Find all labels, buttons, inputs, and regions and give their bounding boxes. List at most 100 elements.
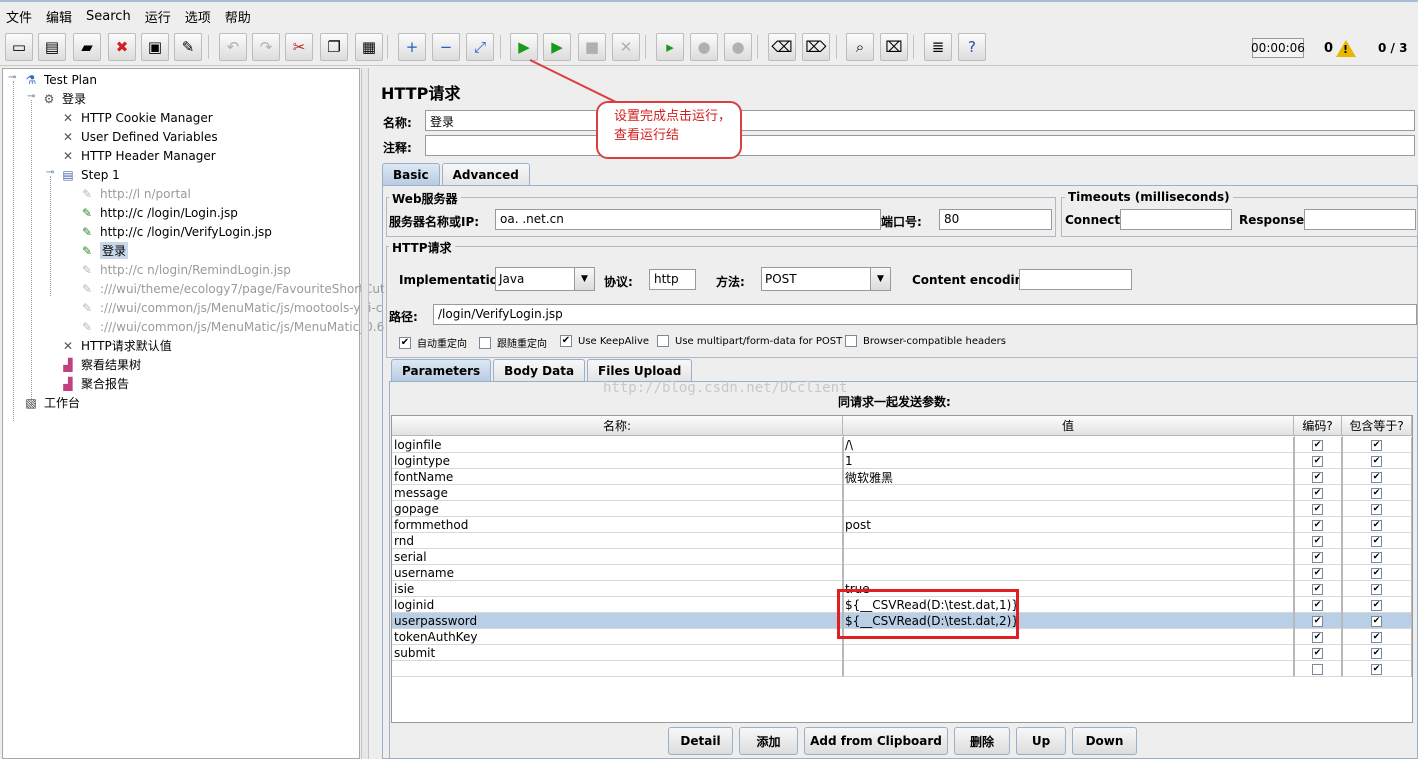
checkbox-box[interactable] xyxy=(657,335,669,347)
encode-checkbox[interactable]: ✔ xyxy=(1312,631,1323,643)
server-field[interactable]: oa. .net.cn xyxy=(495,209,881,230)
include-equals-cell[interactable]: ✔ xyxy=(1342,469,1412,485)
clear-icon[interactable]: ⌫ xyxy=(768,33,796,61)
param-name-cell[interactable]: loginfile xyxy=(392,437,843,453)
tab-files-upload[interactable]: Files Upload xyxy=(587,359,693,381)
encode-cell[interactable]: ✔ xyxy=(1294,613,1342,629)
paste-icon[interactable]: ▦ xyxy=(355,33,383,61)
param-name-cell[interactable]: isie xyxy=(392,581,843,597)
copy-icon[interactable]: ❐ xyxy=(320,33,348,61)
include-equals-cell[interactable]: ✔ xyxy=(1342,485,1412,501)
encode-checkbox[interactable]: ✔ xyxy=(1312,487,1323,499)
remote-stop-icon[interactable]: ● xyxy=(690,33,718,61)
table-row[interactable]: formmethod post ✔ ✔ xyxy=(392,517,1412,533)
tab-basic[interactable]: Basic xyxy=(382,163,440,185)
chevron-down-icon[interactable]: ▼ xyxy=(574,268,594,290)
param-name-cell[interactable]: submit xyxy=(392,645,843,661)
param-name-cell[interactable]: formmethod xyxy=(392,517,843,533)
encode-cell[interactable]: ✔ xyxy=(1294,533,1342,549)
start-no-pause-icon[interactable]: ▶ xyxy=(543,33,571,61)
param-value-cell[interactable]: 微软雅黑 xyxy=(843,469,1294,485)
encode-checkbox[interactable]: ✔ xyxy=(1312,455,1323,467)
down-button[interactable]: Down xyxy=(1072,727,1137,755)
checkbox-box[interactable]: ✔ xyxy=(560,335,572,347)
menu-item-2[interactable]: Search xyxy=(86,9,131,24)
new-file-icon[interactable]: ▭ xyxy=(5,33,33,61)
protocol-field[interactable]: http xyxy=(649,269,696,290)
encode-checkbox[interactable]: ✔ xyxy=(1312,583,1323,595)
encode-checkbox[interactable]: ✔ xyxy=(1312,551,1323,563)
undo-icon[interactable]: ↶ xyxy=(219,33,247,61)
table-row[interactable]: rnd ✔ ✔ xyxy=(392,533,1412,549)
tree-node[interactable]: ✕ HTTP请求默认值 xyxy=(60,336,172,355)
encode-cell[interactable]: ✔ xyxy=(1294,437,1342,453)
param-value-cell[interactable]: post xyxy=(843,517,1294,533)
remote-shutdown-icon[interactable]: ● xyxy=(724,33,752,61)
tree-node[interactable]: ⚙ 登录 xyxy=(41,89,86,108)
menu-item-4[interactable]: 选项 xyxy=(185,7,211,26)
up-button[interactable]: Up xyxy=(1016,727,1066,755)
encode-cell[interactable]: ✔ xyxy=(1294,453,1342,469)
table-row[interactable]: message ✔ ✔ xyxy=(392,485,1412,501)
encode-cell[interactable]: ✔ xyxy=(1294,501,1342,517)
include-equals-checkbox[interactable]: ✔ xyxy=(1371,551,1382,563)
include-equals-checkbox[interactable]: ✔ xyxy=(1371,583,1382,595)
function-helper-icon[interactable]: ≣ xyxy=(924,33,952,61)
include-equals-cell[interactable]: ✔ xyxy=(1342,645,1412,661)
tree-node[interactable]: ✕ HTTP Header Manager xyxy=(60,146,216,165)
include-equals-cell[interactable]: ✔ xyxy=(1342,453,1412,469)
param-name-cell[interactable]: fontName xyxy=(392,469,843,485)
expand-icon[interactable]: + xyxy=(398,33,426,61)
param-name-cell[interactable]: gopage xyxy=(392,501,843,517)
encode-cell[interactable]: ✔ xyxy=(1294,597,1342,613)
stop-icon[interactable]: ■ xyxy=(578,33,606,61)
comment-field[interactable] xyxy=(425,135,1415,156)
table-row[interactable]: ✔ xyxy=(392,661,1412,677)
include-equals-cell[interactable]: ✔ xyxy=(1342,661,1412,677)
include-equals-cell[interactable]: ✔ xyxy=(1342,581,1412,597)
tree-node[interactable]: ⚗ Test Plan xyxy=(23,70,97,89)
redo-icon[interactable]: ↷ xyxy=(252,33,280,61)
include-equals-checkbox[interactable]: ✔ xyxy=(1371,535,1382,547)
tree-node[interactable]: ✎:///wui/common/js/MenuMatic/js/MenuMati… xyxy=(79,317,384,336)
encode-checkbox[interactable]: ✔ xyxy=(1312,503,1323,515)
encode-cell[interactable] xyxy=(1294,661,1342,677)
tree-node[interactable]: ✎ http://c /login/Login.jsp xyxy=(79,203,238,222)
encode-checkbox[interactable]: ✔ xyxy=(1312,567,1323,579)
search-icon[interactable]: ⌕ xyxy=(846,33,874,61)
connect-field[interactable] xyxy=(1120,209,1232,230)
open-icon[interactable]: ▰ xyxy=(73,33,101,61)
tree-node[interactable]: ▟ 察看结果树 xyxy=(60,355,141,374)
param-value-cell[interactable] xyxy=(843,661,1294,677)
include-equals-cell[interactable]: ✔ xyxy=(1342,565,1412,581)
option-checkbox[interactable]: 跟随重定向 xyxy=(479,335,547,350)
port-field[interactable]: 80 xyxy=(939,209,1052,230)
table-row[interactable]: submit ✔ ✔ xyxy=(392,645,1412,661)
save-icon[interactable]: ▣ xyxy=(141,33,169,61)
clear-all-icon[interactable]: ⌦ xyxy=(802,33,830,61)
include-equals-cell[interactable]: ✔ xyxy=(1342,437,1412,453)
help-icon[interactable]: ? xyxy=(958,33,986,61)
tree-node[interactable]: ✎ http://c /login/VerifyLogin.jsp xyxy=(79,222,272,241)
name-field[interactable]: 登录 xyxy=(425,110,1415,131)
tab-body-data[interactable]: Body Data xyxy=(493,359,586,381)
encode-checkbox[interactable]: ✔ xyxy=(1312,439,1323,451)
include-equals-checkbox[interactable]: ✔ xyxy=(1371,663,1382,675)
include-equals-cell[interactable]: ✔ xyxy=(1342,517,1412,533)
include-equals-checkbox[interactable]: ✔ xyxy=(1371,599,1382,611)
encode-cell[interactable]: ✔ xyxy=(1294,645,1342,661)
add-button[interactable]: 添加 xyxy=(739,727,798,755)
method-select[interactable]: POST ▼ xyxy=(761,267,891,291)
column-header[interactable]: 名称: xyxy=(392,416,843,436)
encode-checkbox[interactable] xyxy=(1312,663,1323,675)
reset-search-icon[interactable]: ⌧ xyxy=(880,33,908,61)
include-equals-cell[interactable]: ✔ xyxy=(1342,629,1412,645)
tab-parameters[interactable]: Parameters xyxy=(391,359,492,381)
tree-node[interactable]: ✎:///wui/common/js/MenuMatic/js/mootools… xyxy=(79,298,382,317)
include-equals-checkbox[interactable]: ✔ xyxy=(1371,519,1382,531)
option-checkbox[interactable]: Use multipart/form-data for POST xyxy=(657,335,842,347)
encode-cell[interactable]: ✔ xyxy=(1294,565,1342,581)
include-equals-cell[interactable]: ✔ xyxy=(1342,613,1412,629)
include-equals-checkbox[interactable]: ✔ xyxy=(1371,503,1382,515)
table-row[interactable]: logintype 1 ✔ ✔ xyxy=(392,453,1412,469)
